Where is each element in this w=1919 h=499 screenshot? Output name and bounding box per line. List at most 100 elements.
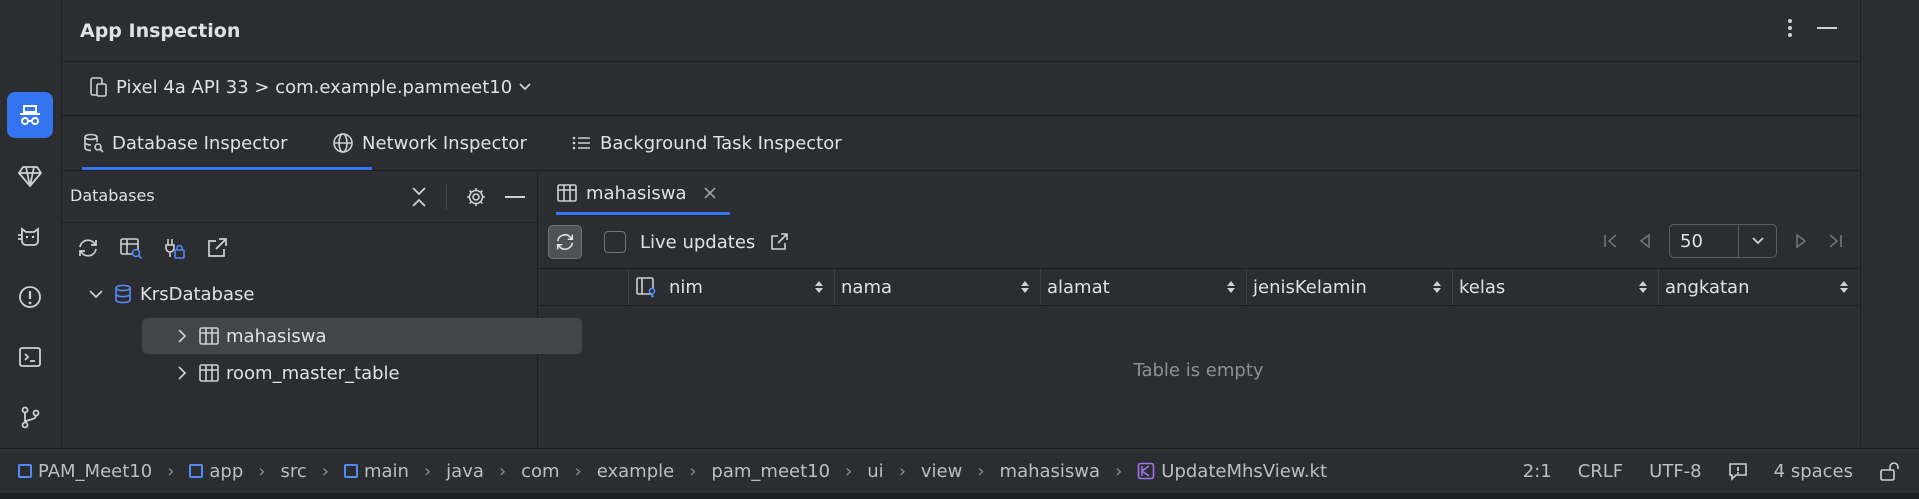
databases-header: Databases [70,186,155,205]
table-icon [199,327,219,345]
caret-position[interactable]: 2:1 [1523,461,1552,482]
status-bar: PAM_Meet10 › app › src › main › java › c… [0,448,1919,493]
breadcrumb-item[interactable]: mahasiswa [1000,461,1101,482]
column-header-kelas[interactable]: kelas [1452,269,1658,305]
chevron-right-icon: › [977,460,985,482]
module-icon [189,464,204,478]
logcat-icon[interactable] [7,213,53,259]
indent-setting[interactable]: 4 spaces [1774,461,1853,482]
keep-connection-open-icon[interactable] [162,236,186,260]
live-updates-checkbox[interactable] [604,231,626,253]
table-toolbar: Live updates [548,225,789,259]
divider [1738,225,1739,257]
collapse-all-icon[interactable] [410,186,428,208]
export-icon[interactable] [769,232,789,252]
close-icon[interactable] [703,186,717,200]
bottom-edge [0,493,1919,499]
more-options-icon[interactable] [1787,18,1793,38]
breadcrumb-item[interactable]: com [521,461,559,482]
read-only-toggle-icon[interactable] [1728,461,1748,481]
app-inspection-tool-window: App Inspection Pixel 4a API 33 > com.exa… [62,0,1859,447]
tab-network-inspector[interactable]: Network Inspector [332,118,527,168]
chevron-right-icon: › [845,460,853,482]
page-size-select[interactable]: 50 [1669,224,1777,258]
list-icon [572,136,590,150]
breadcrumb-item[interactable]: ui [867,461,883,482]
problems-icon[interactable] [7,274,53,320]
divider [62,170,1859,171]
tab-background-task-inspector[interactable]: Background Task Inspector [570,118,842,168]
file-encoding[interactable]: UTF-8 [1649,461,1701,482]
column-name: nim [669,276,703,298]
sort-icon [1433,281,1441,293]
column-header-nim[interactable]: nim [628,269,834,305]
column-name: alamat [1047,276,1110,298]
refresh-schema-icon[interactable] [76,236,100,260]
line-separator[interactable]: CRLF [1578,461,1623,482]
next-page-icon[interactable] [1791,231,1811,251]
chevron-right-icon: › [898,460,906,482]
column-header-nama[interactable]: nama [834,269,1040,305]
breadcrumb-item[interactable]: pam_meet10 [711,461,830,482]
first-page-icon[interactable] [1601,231,1621,251]
breadcrumb-item[interactable]: app [209,461,243,482]
table-tab-label: mahasiswa [586,182,687,204]
tool-window-title: App Inspection [80,20,241,42]
breadcrumb-item[interactable]: view [921,461,962,482]
table-tab[interactable]: mahasiswa [556,172,717,214]
table-name: room_master_table [226,362,400,384]
tree-item-table[interactable]: room_master_table [142,355,582,391]
sort-icon [1227,281,1235,293]
sort-icon [815,281,823,293]
column-header-alamat[interactable]: alamat [1040,269,1246,305]
database-name: KrsDatabase [140,283,255,305]
chevron-right-icon: › [689,460,697,482]
databases-pane: Databases KrsDatabase mahasiswa room_mas… [62,172,582,447]
breadcrumb-item[interactable]: main [364,461,409,482]
breadcrumb-item[interactable]: example [597,461,674,482]
sort-icon [1021,281,1029,293]
sort-icon [1639,281,1647,293]
device-label: Pixel 4a API 33 > com.example.pammeet10 [116,76,513,98]
chevron-right-icon: › [321,460,329,482]
terminal-icon[interactable] [7,334,53,380]
device-selector[interactable]: Pixel 4a API 33 > com.example.pammeet10 [88,76,532,98]
lock-icon[interactable] [1879,461,1901,481]
git-icon[interactable] [7,394,53,440]
export-icon[interactable] [205,236,229,260]
breadcrumb-item[interactable]: src [280,461,306,482]
breadcrumb-item[interactable]: PAM_Meet10 [38,461,152,482]
primary-key-column-icon [636,277,656,298]
app-inspection-icon[interactable] [7,92,53,138]
hide-pane-icon[interactable] [505,195,525,199]
active-tab-indicator [556,212,730,215]
previous-page-icon[interactable] [1635,231,1655,251]
breadcrumb-item[interactable]: java [446,461,484,482]
module-icon [18,464,32,478]
tree-item-table[interactable]: mahasiswa [142,318,582,354]
refresh-table-button[interactable] [548,225,582,259]
tab-label: Database Inspector [112,132,288,154]
column-header-angkatan[interactable]: angkatan [1658,269,1859,305]
table-name: mahasiswa [226,325,327,347]
table-header-row: nim nama alamat jenisKelamin kelas angka… [538,268,1859,306]
database-search-icon [84,133,104,153]
tab-database-inspector[interactable]: Database Inspector [82,118,372,170]
breadcrumb-item[interactable]: UpdateMhsView.kt [1161,461,1327,482]
divider [62,222,537,223]
table-icon [199,364,219,382]
chevron-right-icon: › [498,460,507,482]
chevron-right-icon: › [167,460,175,482]
query-table-icon[interactable] [119,236,143,260]
tree-item-database[interactable]: KrsDatabase [80,276,520,312]
last-page-icon[interactable] [1825,231,1845,251]
settings-icon[interactable] [465,186,487,208]
column-name: nama [841,276,893,298]
divider [62,115,1859,116]
gem-icon[interactable] [7,153,53,199]
minimize-icon[interactable] [1817,26,1837,30]
column-name: angkatan [1665,276,1750,298]
column-header-jeniskelamin[interactable]: jenisKelamin [1246,269,1452,305]
chevron-right-icon [178,366,187,380]
pagination: 50 [1601,224,1845,258]
